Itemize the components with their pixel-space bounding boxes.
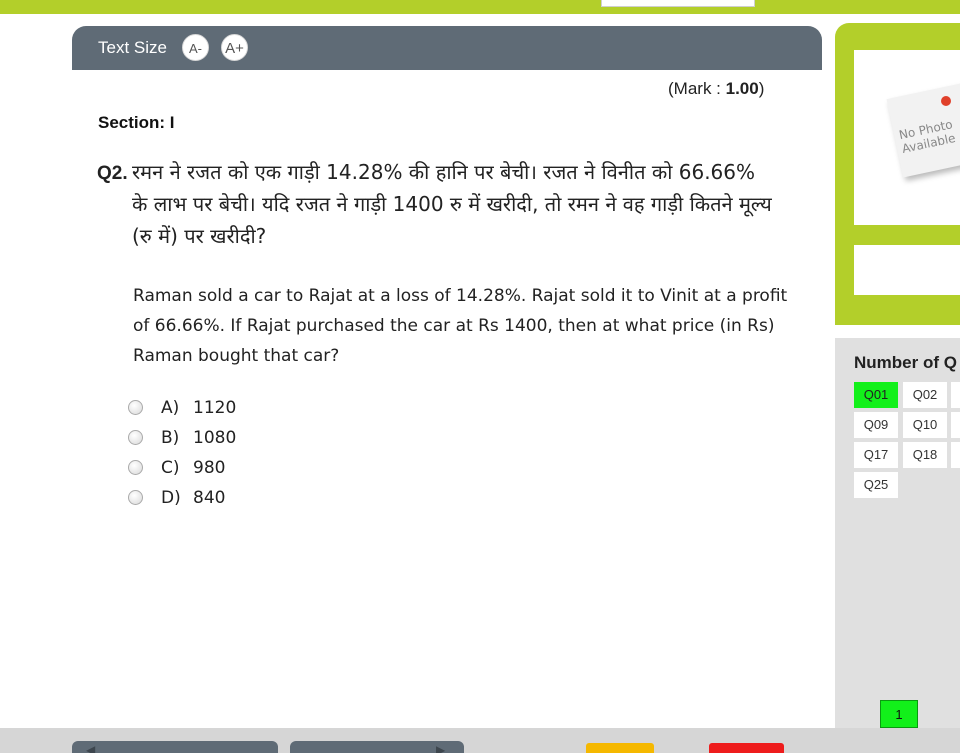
decrease-text-size-button[interactable]: A-: [182, 34, 209, 61]
option-a[interactable]: A) 1120: [128, 395, 328, 425]
palette-q11-partial[interactable]: [951, 412, 960, 438]
option-c-radio[interactable]: [128, 460, 143, 475]
section-title: Section: I: [98, 113, 175, 132]
question-text-english: Raman sold a car to Rajat at a loss of 1…: [133, 286, 788, 366]
palette-q02[interactable]: Q02: [903, 382, 947, 408]
option-d-label: D): [161, 488, 181, 508]
mark-value: 1.00: [725, 79, 759, 98]
option-b-label: B): [161, 428, 180, 448]
chevron-left-icon: ◀: [86, 743, 96, 753]
palette-q17[interactable]: Q17: [854, 442, 898, 468]
option-c-label: C): [161, 458, 180, 478]
palette-q03-partial[interactable]: [951, 382, 960, 408]
chevron-right-icon: ▶: [436, 743, 446, 753]
top-header-bar: [0, 0, 960, 14]
option-d-radio[interactable]: [128, 490, 143, 505]
palette-q25[interactable]: Q25: [854, 472, 898, 498]
candidate-panel: No Photo Available: [835, 23, 960, 325]
increase-text-size-button[interactable]: A+: [221, 34, 248, 61]
palette-q01[interactable]: Q01: [854, 382, 898, 408]
option-a-value: 1120: [193, 398, 237, 418]
question-text-hindi: रमन ने रजत को एक गाड़ी 14.28% की हानि पर…: [132, 160, 772, 248]
option-d-value: 840: [193, 488, 226, 508]
option-c-value: 980: [193, 458, 226, 478]
question-palette: Number of Q Q01 Q02 Q09 Q10 Q17 Q18 Q25 …: [835, 338, 960, 728]
option-a-radio[interactable]: [128, 400, 143, 415]
option-c[interactable]: C) 980: [128, 455, 328, 485]
candidate-name-box: [854, 245, 960, 295]
palette-q10[interactable]: Q10: [903, 412, 947, 438]
candidate-photo: No Photo Available: [854, 50, 960, 225]
mark-for-review-button[interactable]: [586, 743, 654, 753]
question-number: Q2.: [97, 163, 128, 184]
option-a-label: A): [161, 398, 180, 418]
palette-title: Number of Q: [854, 353, 957, 372]
answered-count-badge: 1: [880, 700, 918, 728]
option-b-value: 1080: [193, 428, 237, 448]
text-size-label: Text Size: [98, 38, 167, 57]
option-d[interactable]: D) 840: [128, 485, 328, 515]
language-select[interactable]: [601, 0, 755, 7]
question-mark: (Mark : 1.00): [668, 79, 765, 98]
text-size-toolbar: Text Size A- A+: [72, 26, 822, 70]
option-b-radio[interactable]: [128, 430, 143, 445]
palette-q09[interactable]: Q09: [854, 412, 898, 438]
pin-icon: [941, 96, 951, 106]
next-question-button[interactable]: ▶: [290, 741, 464, 753]
palette-q19-partial[interactable]: [951, 442, 960, 468]
palette-q18[interactable]: Q18: [903, 442, 947, 468]
submit-button[interactable]: [709, 743, 784, 753]
previous-question-button[interactable]: ◀: [72, 741, 278, 753]
option-b[interactable]: B) 1080: [128, 425, 328, 455]
